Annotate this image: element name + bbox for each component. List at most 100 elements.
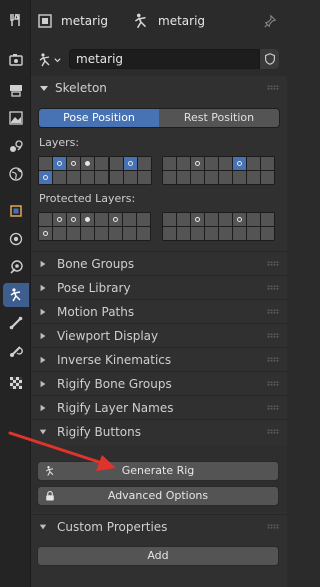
protected-layer-toggle[interactable]	[191, 227, 204, 240]
tab-output[interactable]	[3, 78, 29, 102]
protected-layer-toggle[interactable]	[205, 227, 218, 240]
protected-layer-toggle[interactable]	[109, 227, 122, 240]
tab-texture[interactable]	[3, 371, 29, 395]
rest-position-button[interactable]: Rest Position	[159, 109, 279, 127]
protected-layer-toggle[interactable]	[39, 213, 52, 226]
protected-layer-toggle[interactable]	[95, 213, 108, 226]
layer-toggle[interactable]	[81, 171, 94, 184]
drag-handle-icon[interactable]	[267, 285, 279, 290]
protected-layer-toggle[interactable]	[81, 213, 94, 226]
layer-toggle[interactable]	[95, 171, 108, 184]
panel-viewport-display-header[interactable]: Viewport Display	[31, 324, 287, 348]
protected-layer-toggle[interactable]	[261, 227, 274, 240]
layer-toggle[interactable]	[233, 157, 246, 170]
layer-toggle[interactable]	[81, 157, 94, 170]
layer-toggle[interactable]	[163, 171, 176, 184]
layer-toggle[interactable]	[110, 171, 123, 184]
protected-layer-toggle[interactable]	[219, 213, 232, 226]
drag-handle-icon[interactable]	[267, 85, 279, 90]
protected-layer-toggle[interactable]	[219, 227, 232, 240]
protected-layer-toggle[interactable]	[205, 213, 218, 226]
drag-handle-icon[interactable]	[267, 261, 279, 266]
layer-toggle[interactable]	[124, 157, 137, 170]
layer-toggle[interactable]	[95, 157, 108, 170]
protected-layer-toggle[interactable]	[177, 213, 190, 226]
layer-toggle[interactable]	[205, 171, 218, 184]
layer-toggle[interactable]	[205, 157, 218, 170]
layer-toggle[interactable]	[191, 157, 204, 170]
tab-render[interactable]	[3, 48, 29, 72]
layer-toggle[interactable]	[67, 157, 80, 170]
layer-toggle[interactable]	[53, 157, 66, 170]
drag-handle-icon[interactable]	[267, 357, 279, 362]
layer-toggle[interactable]	[177, 157, 190, 170]
protected-layer-toggle[interactable]	[95, 227, 108, 240]
layer-toggle[interactable]	[67, 171, 80, 184]
protected-layer-toggle[interactable]	[247, 227, 260, 240]
layer-toggle[interactable]	[261, 171, 274, 184]
layer-toggle[interactable]	[247, 157, 260, 170]
protected-layer-toggle[interactable]	[163, 213, 176, 226]
protected-layer-toggle[interactable]	[39, 227, 52, 240]
protected-layer-toggle[interactable]	[247, 213, 260, 226]
protected-layer-toggle[interactable]	[53, 213, 66, 226]
panel-rigify-layer-names-header[interactable]: Rigify Layer Names	[31, 396, 287, 420]
protected-layer-toggle[interactable]	[163, 227, 176, 240]
layer-toggle[interactable]	[177, 171, 190, 184]
panel-motion-paths-header[interactable]: Motion Paths	[31, 300, 287, 324]
protected-layer-toggle[interactable]	[137, 213, 150, 226]
protected-layer-toggle[interactable]	[81, 227, 94, 240]
tab-modifier[interactable]	[3, 227, 29, 251]
layer-toggle[interactable]	[138, 157, 151, 170]
protected-layer-toggle[interactable]	[109, 213, 122, 226]
panel-pose-library-header[interactable]: Pose Library	[31, 276, 287, 300]
layer-toggle[interactable]	[163, 157, 176, 170]
panel-rigify-bone-groups-header[interactable]: Rigify Bone Groups	[31, 372, 287, 396]
layer-toggle[interactable]	[191, 171, 204, 184]
layer-toggle[interactable]	[138, 171, 151, 184]
tab-object[interactable]	[3, 199, 29, 223]
tab-view-layer[interactable]	[3, 106, 29, 130]
generate-rig-button[interactable]: Generate Rig	[37, 461, 279, 481]
drag-handle-icon[interactable]	[267, 381, 279, 386]
pin-icon[interactable]	[263, 14, 277, 28]
layer-toggle[interactable]	[39, 171, 52, 184]
layer-toggle[interactable]	[110, 157, 123, 170]
tab-physics[interactable]	[3, 255, 29, 279]
armature-browse-dropdown[interactable]	[37, 52, 65, 68]
tab-object-data-armature[interactable]	[3, 283, 29, 307]
protected-layer-toggle[interactable]	[123, 213, 136, 226]
drag-handle-icon[interactable]	[267, 333, 279, 338]
protected-layer-toggle[interactable]	[53, 227, 66, 240]
drag-handle-icon[interactable]	[267, 309, 279, 314]
drag-handle-icon[interactable]	[267, 429, 279, 434]
protected-layer-toggle[interactable]	[177, 227, 190, 240]
layer-toggle[interactable]	[247, 171, 260, 184]
layer-toggle[interactable]	[233, 171, 246, 184]
pose-position-button[interactable]: Pose Position	[39, 109, 159, 127]
layer-toggle[interactable]	[261, 157, 274, 170]
fake-user-button[interactable]	[259, 49, 279, 69]
tab-bone[interactable]	[3, 311, 29, 335]
panel-rigify-buttons-header[interactable]: Rigify Buttons	[31, 420, 287, 444]
tab-bone-constraint[interactable]	[3, 339, 29, 363]
tab-tool[interactable]	[3, 8, 29, 32]
layer-toggle[interactable]	[39, 157, 52, 170]
armature-name-field[interactable]: metarig	[69, 49, 279, 69]
tab-scene[interactable]	[3, 134, 29, 158]
layer-toggle[interactable]	[219, 157, 232, 170]
protected-layer-toggle[interactable]	[261, 213, 274, 226]
panel-bone-groups-header[interactable]: Bone Groups	[31, 252, 287, 276]
drag-handle-icon[interactable]	[267, 405, 279, 410]
panel-custom-properties-header[interactable]: Custom Properties	[31, 515, 287, 539]
advanced-options-button[interactable]: Advanced Options	[37, 486, 279, 506]
protected-layer-toggle[interactable]	[233, 213, 246, 226]
protected-layer-toggle[interactable]	[67, 227, 80, 240]
protected-layer-toggle[interactable]	[137, 227, 150, 240]
protected-layer-toggle[interactable]	[233, 227, 246, 240]
protected-layer-toggle[interactable]	[191, 213, 204, 226]
layer-toggle[interactable]	[53, 171, 66, 184]
add-property-button[interactable]: Add	[37, 546, 279, 566]
drag-handle-icon[interactable]	[267, 524, 279, 529]
layer-toggle[interactable]	[124, 171, 137, 184]
